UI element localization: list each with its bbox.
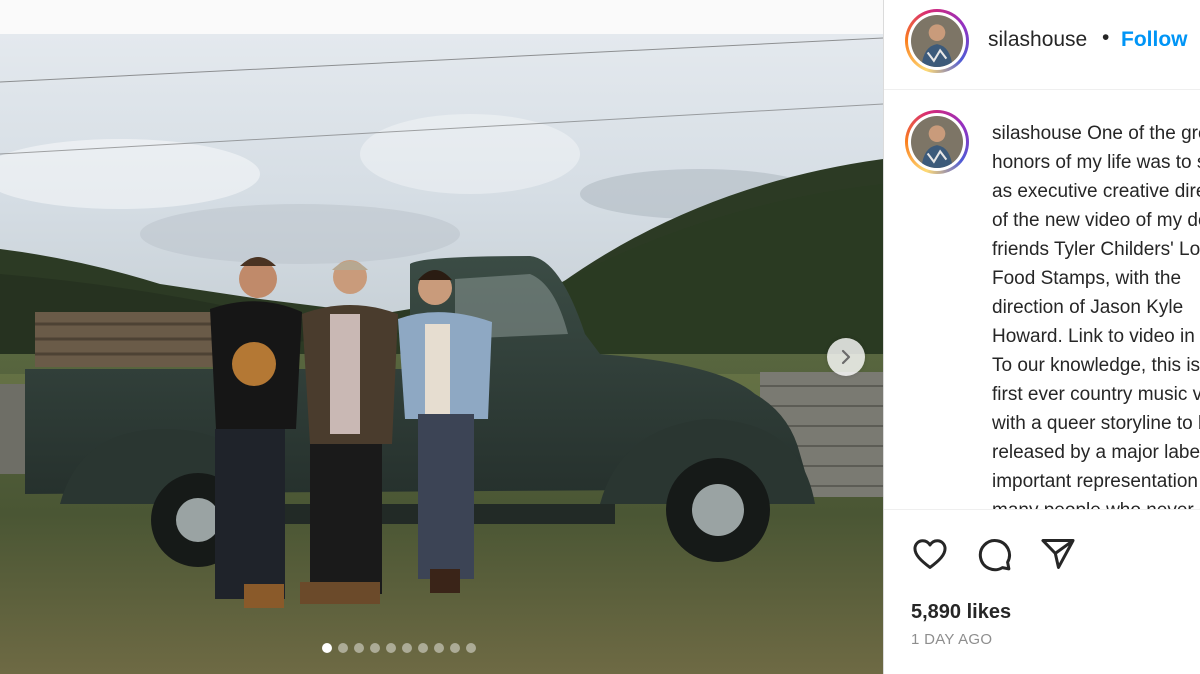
comments-section[interactable]: silashouse One of the greatest honors of… <box>884 91 1200 509</box>
caption-text: One of the greatest honors of my life wa… <box>992 123 1200 509</box>
carousel-dot <box>402 643 412 653</box>
post-side-panel: silashouse • Follow silashouse One of th… <box>883 0 1200 674</box>
carousel-dot <box>338 643 348 653</box>
follow-button[interactable]: Follow <box>1121 28 1188 52</box>
avatar-image <box>911 15 963 67</box>
author-avatar[interactable] <box>905 9 969 73</box>
carousel-dot <box>354 643 364 653</box>
comment-icon <box>978 539 1011 572</box>
caption-avatar[interactable] <box>905 110 969 174</box>
likes-count[interactable]: 5,890 likes <box>911 601 1011 624</box>
post-actions: 5,890 likes 1 DAY AGO <box>884 509 1200 674</box>
carousel-dot <box>322 643 332 653</box>
header-separator: • <box>1102 26 1110 49</box>
like-button[interactable] <box>911 535 949 573</box>
post-header: silashouse • Follow <box>884 0 1200 90</box>
carousel-dot <box>418 643 428 653</box>
caption-username[interactable]: silashouse <box>992 123 1082 144</box>
chevron-right-icon <box>841 349 851 365</box>
post-caption: silashouse One of the greatest honors of… <box>992 119 1200 509</box>
post-photo <box>0 34 883 674</box>
comment-button[interactable] <box>975 535 1013 573</box>
next-slide-button[interactable] <box>827 338 865 376</box>
share-button[interactable] <box>1039 535 1077 573</box>
post-timestamp[interactable]: 1 DAY AGO <box>911 631 992 648</box>
author-username[interactable]: silashouse <box>988 28 1087 52</box>
carousel-dot <box>370 643 380 653</box>
media-top-strip <box>0 0 883 34</box>
carousel-dot <box>386 643 396 653</box>
avatar-image <box>911 116 963 168</box>
post-media[interactable] <box>0 34 883 674</box>
paper-plane-icon <box>1041 539 1075 569</box>
heart-icon <box>913 539 947 569</box>
carousel-dot <box>466 643 476 653</box>
carousel-dot <box>450 643 460 653</box>
carousel-dot <box>434 643 444 653</box>
carousel-indicators <box>322 643 476 653</box>
